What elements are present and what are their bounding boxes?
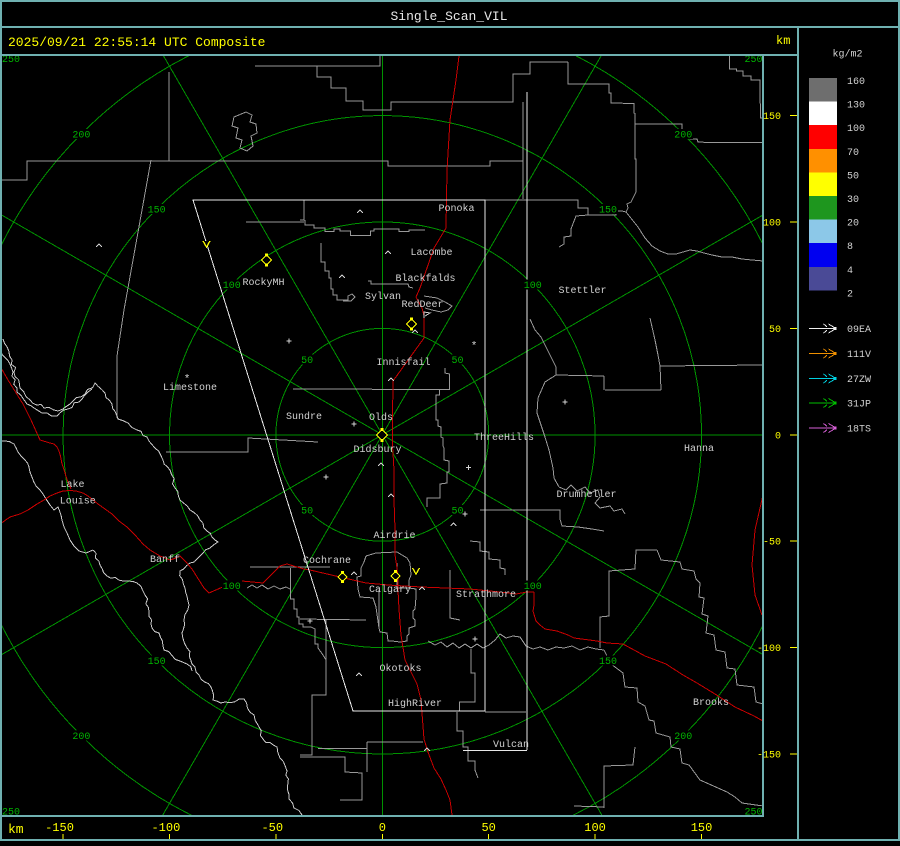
svg-text:-150: -150	[757, 751, 781, 762]
svg-text:100: 100	[584, 821, 606, 835]
svg-text:Sundre: Sundre	[286, 411, 322, 423]
svg-text:Blackfalds: Blackfalds	[395, 273, 455, 285]
svg-text:150: 150	[763, 112, 781, 123]
svg-text:2025/09/21 22:55:14 UTC Compos: 2025/09/21 22:55:14 UTC Composite	[8, 35, 265, 50]
svg-text:30: 30	[847, 195, 859, 206]
svg-text:-50: -50	[261, 821, 283, 835]
svg-text:RedDeer: RedDeer	[401, 299, 443, 311]
svg-text:200: 200	[674, 130, 692, 141]
svg-text:50: 50	[769, 325, 781, 336]
svg-text:Calgary: Calgary	[369, 584, 411, 596]
svg-text:Okotoks: Okotoks	[379, 663, 421, 675]
svg-text:150: 150	[691, 821, 713, 835]
svg-text:70: 70	[847, 148, 859, 159]
svg-text:100: 100	[524, 281, 542, 292]
svg-text:*: *	[471, 341, 478, 353]
svg-text:Ponoka: Ponoka	[438, 203, 474, 215]
svg-text:Vulcan: Vulcan	[493, 739, 529, 751]
svg-text:31JP: 31JP	[847, 400, 871, 411]
svg-text:130: 130	[847, 101, 865, 112]
svg-text:Cochrane: Cochrane	[303, 555, 351, 567]
svg-text:150: 150	[599, 657, 617, 668]
svg-text:HighRiver: HighRiver	[388, 698, 442, 710]
svg-text:Brooks: Brooks	[693, 697, 729, 709]
svg-text:100: 100	[223, 281, 241, 292]
svg-text:20: 20	[847, 219, 859, 230]
svg-text:0: 0	[379, 821, 386, 835]
svg-text:27ZW: 27ZW	[847, 375, 871, 386]
svg-text:Stettler: Stettler	[558, 285, 606, 297]
svg-text:50: 50	[481, 821, 495, 835]
svg-text:*: *	[184, 374, 191, 386]
svg-text:200: 200	[72, 732, 90, 743]
svg-text:Lacombe: Lacombe	[410, 247, 452, 259]
svg-text:Innisfail: Innisfail	[376, 357, 430, 369]
svg-text:-100: -100	[151, 821, 180, 835]
svg-text:Didsbury: Didsbury	[353, 444, 401, 456]
svg-text:50: 50	[451, 356, 463, 367]
svg-text:Strathmore: Strathmore	[456, 589, 516, 601]
svg-text:250: 250	[2, 55, 20, 66]
svg-text:4: 4	[847, 266, 853, 277]
svg-text:150: 150	[148, 657, 166, 668]
svg-text:250: 250	[744, 55, 762, 66]
svg-text:50: 50	[301, 356, 313, 367]
svg-text:Lake: Lake	[60, 479, 84, 491]
svg-text:18TS: 18TS	[847, 425, 871, 436]
svg-text:160: 160	[847, 77, 865, 88]
svg-text:Louise: Louise	[60, 496, 96, 508]
svg-text:Olds: Olds	[369, 412, 393, 424]
svg-text:100: 100	[223, 582, 241, 593]
svg-text:150: 150	[148, 206, 166, 217]
svg-text:RockyMH: RockyMH	[242, 277, 284, 289]
svg-text:2: 2	[847, 289, 853, 300]
svg-text:200: 200	[674, 732, 692, 743]
svg-text:Hanna: Hanna	[684, 444, 714, 455]
svg-text:Airdrie: Airdrie	[373, 530, 415, 542]
svg-text:ThreeHills: ThreeHills	[474, 432, 534, 444]
svg-text:200: 200	[72, 130, 90, 141]
svg-text:km: km	[8, 822, 24, 837]
svg-text:Sylvan: Sylvan	[365, 291, 401, 303]
svg-text:100: 100	[763, 219, 781, 230]
svg-text:50: 50	[847, 171, 859, 182]
svg-text:Drumheller: Drumheller	[556, 489, 616, 501]
svg-text:-50: -50	[763, 538, 781, 549]
svg-text:111V: 111V	[847, 350, 871, 361]
svg-text:150: 150	[599, 206, 617, 217]
svg-text:Single_Scan_VIL: Single_Scan_VIL	[390, 9, 507, 24]
svg-text:100: 100	[847, 124, 865, 135]
svg-text:09EA: 09EA	[847, 325, 871, 336]
svg-text:0: 0	[775, 431, 781, 442]
svg-text:kg/m2: kg/m2	[833, 49, 863, 61]
svg-text:-150: -150	[45, 821, 74, 835]
svg-text:100: 100	[524, 582, 542, 593]
svg-text:50: 50	[301, 507, 313, 518]
svg-text:8: 8	[847, 242, 853, 253]
svg-text:-100: -100	[757, 644, 781, 655]
svg-text:km: km	[776, 34, 790, 48]
svg-text:Banff: Banff	[150, 554, 180, 566]
svg-text:50: 50	[451, 507, 463, 518]
